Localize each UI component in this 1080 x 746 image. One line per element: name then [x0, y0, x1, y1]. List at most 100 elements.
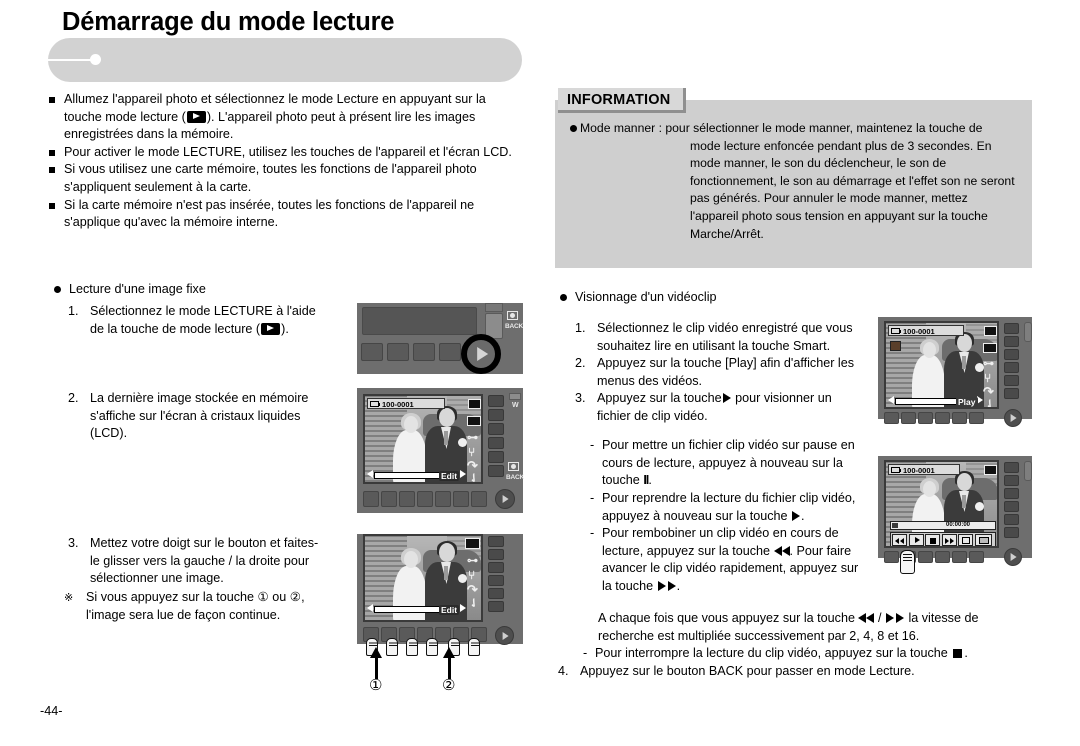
camera-side-button[interactable] [488, 601, 504, 612]
lock-icon[interactable]: ⊶ [467, 431, 478, 444]
video-icon[interactable] [465, 538, 480, 549]
video-icon[interactable] [467, 416, 481, 426]
trash-icon[interactable]: ⑂ [984, 371, 991, 385]
camera-side-button[interactable] [488, 423, 504, 435]
camera-bottom-button[interactable] [381, 491, 397, 507]
edit-label[interactable]: Edit [439, 471, 460, 481]
step-number: 3. [575, 391, 586, 405]
trash-icon[interactable]: ⑂ [468, 445, 475, 459]
trash-icon[interactable]: ⑂ [468, 568, 475, 582]
camera-side-button[interactable] [1004, 349, 1019, 360]
note-line: Si vous appuyez sur la touche ① ou ②, [86, 590, 305, 604]
camera-side-button[interactable] [1004, 501, 1019, 512]
stop-button[interactable] [925, 533, 940, 546]
camera-bottom-button[interactable] [361, 343, 383, 361]
camera-side-button[interactable] [1004, 388, 1019, 399]
camera-bottom-button[interactable] [918, 551, 933, 563]
photo-groom-boutonniere [458, 574, 467, 583]
video-time-label: 00:00:00 [946, 522, 971, 528]
camera-side-button[interactable] [488, 465, 504, 477]
back-icon[interactable] [508, 462, 519, 471]
finger-icon [900, 550, 915, 574]
edit-label[interactable]: Edit [439, 605, 460, 615]
bullet-line: Si la carte mémoire n'est pas insérée, t… [64, 197, 475, 212]
camera-side-button[interactable] [488, 536, 504, 547]
lcd-mode-icon [984, 326, 997, 336]
camera-side-button[interactable] [1004, 527, 1019, 538]
camera-side-button[interactable] [488, 437, 504, 449]
camera-bottom-button[interactable] [918, 412, 933, 424]
camera-side-button[interactable] [1004, 488, 1019, 499]
camera-side-button[interactable] [488, 451, 504, 463]
camera-side-button[interactable] [488, 395, 504, 407]
camera-side-button[interactable] [1004, 462, 1019, 473]
camera-side-button[interactable] [488, 562, 504, 573]
slider-right-arrow-icon[interactable] [977, 396, 983, 404]
camera-bottom-button[interactable] [952, 412, 967, 424]
camera-side-button[interactable] [1004, 514, 1019, 525]
camera-bottom-button[interactable] [952, 551, 967, 563]
camera-side-button[interactable] [1004, 336, 1019, 347]
camera-side-button[interactable] [488, 575, 504, 586]
camera-side-button[interactable] [488, 549, 504, 560]
zoom-rocker[interactable] [509, 393, 521, 400]
camera-bottom-button[interactable] [363, 491, 379, 507]
video-transport-controls[interactable] [890, 532, 996, 546]
camera-bottom-button[interactable] [471, 491, 487, 507]
camera-bottom-button[interactable] [439, 343, 461, 361]
lock-icon[interactable]: ⊶ [983, 357, 994, 370]
back-icon[interactable] [507, 311, 518, 320]
camera-bottom-button[interactable] [399, 491, 415, 507]
lock-icon[interactable]: ⊶ [467, 554, 478, 567]
trim-button[interactable] [974, 533, 992, 546]
rewind-button[interactable] [892, 533, 907, 546]
camera-side-button[interactable] [1004, 323, 1019, 334]
video-icon[interactable] [983, 343, 997, 353]
camera-side-button[interactable] [488, 409, 504, 421]
camera-bottom-button[interactable] [435, 491, 451, 507]
rewind-glyph-icon [858, 613, 867, 623]
forward-glyph-icon [667, 580, 676, 591]
slider-left-arrow-icon[interactable] [367, 470, 373, 478]
extract-frame-button[interactable] [958, 533, 973, 546]
step-line: Appuyez sur la touche [Play] afin d'affi… [597, 356, 854, 370]
slider-left-arrow-icon[interactable] [367, 604, 373, 612]
camera-side-button[interactable] [488, 588, 504, 599]
play-mode-button[interactable] [495, 489, 515, 509]
camera-bottom-button[interactable] [935, 551, 950, 563]
page-header-bar [48, 38, 522, 82]
step-line: s'affiche sur l'écran à cristaux liquide… [90, 408, 301, 423]
slider-right-arrow-icon[interactable] [460, 470, 466, 478]
play-mode-button[interactable] [1004, 409, 1022, 427]
camera-side-button[interactable] [1004, 375, 1019, 386]
forward-button[interactable] [941, 533, 957, 546]
slider-right-arrow-icon[interactable] [460, 604, 466, 612]
play-mode-button[interactable] [1004, 548, 1022, 566]
finger-icon [406, 638, 418, 656]
camera-bottom-button[interactable] [969, 551, 984, 563]
camera-bottom-button[interactable] [884, 551, 899, 563]
camera-bottom-button[interactable] [969, 412, 984, 424]
camera-bottom-button[interactable] [417, 491, 433, 507]
camera-bottom-button[interactable] [413, 343, 435, 361]
play-mode-button-highlight[interactable] [461, 334, 501, 374]
camera-bottom-button[interactable] [387, 343, 409, 361]
slider-left-arrow-icon[interactable] [888, 396, 894, 404]
camera-bottom-button[interactable] [935, 412, 950, 424]
paragraph-separator: / [877, 611, 882, 625]
information-line: l'appareil photo sous tension en appuyan… [690, 208, 988, 223]
camera-bottom-button[interactable] [884, 412, 899, 424]
camera-side-button[interactable] [1004, 362, 1019, 373]
camera-bottom-button[interactable] [901, 412, 916, 424]
camera-bottom-button[interactable] [453, 491, 469, 507]
list-item: Allumez l'appareil photo et sélectionnez… [48, 91, 528, 144]
play-button[interactable] [908, 533, 924, 546]
video-clip-indicator-icon [890, 341, 901, 351]
step-line: Sélectionnez le mode LECTURE à l'aide [90, 304, 316, 318]
play-label[interactable]: Play [956, 397, 978, 407]
photo-bride-face [404, 416, 418, 433]
video-progress-bar[interactable] [890, 521, 996, 530]
bullet-line: Allumez l'appareil photo et sélectionnez… [64, 92, 486, 106]
play-mode-button[interactable] [495, 626, 514, 645]
camera-side-button[interactable] [1004, 475, 1019, 486]
